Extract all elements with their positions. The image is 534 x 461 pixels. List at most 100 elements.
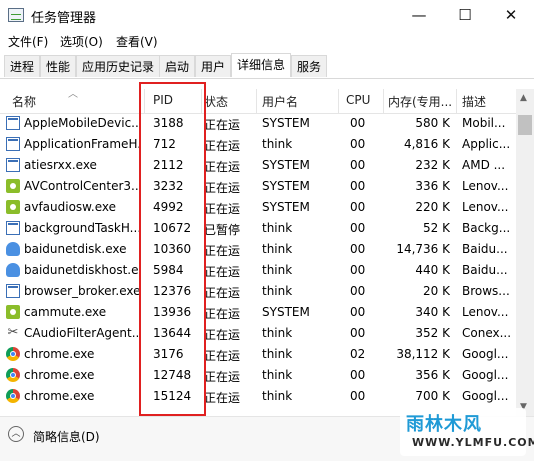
process-name: chrome.exe: [24, 368, 95, 382]
process-username: think: [262, 347, 293, 361]
process-username: think: [262, 137, 293, 151]
process-pid: 5984: [153, 263, 184, 277]
minimize-button[interactable]: —: [396, 0, 442, 30]
table-row[interactable]: backgroundTaskH... 10672 已暂停 think 00 52 K Bac…: [0, 218, 516, 239]
gear-icon: [6, 200, 20, 214]
menu-file[interactable]: 文件(F): [8, 33, 48, 50]
table-row[interactable]: cammute.exe 13936 正在运 SYSTEM 00 340 K Lenov...: [0, 302, 516, 323]
window-title: 任务管理器: [31, 11, 97, 26]
menu-view[interactable]: 查看(V): [116, 33, 158, 50]
process-status: 正在运: [204, 286, 241, 300]
process-name: backgroundTaskH...: [24, 221, 140, 235]
chevron-up-icon[interactable]: ︿: [8, 426, 24, 442]
process-name: chrome.exe: [24, 389, 95, 403]
table-row[interactable]: AVControlCenter3... 3232 正在运 SYSTEM 00 336 K L…: [0, 176, 516, 197]
menu-bar: 文件(F) 选项(O) 查看(V): [0, 30, 534, 52]
chrome-icon: [6, 347, 20, 361]
table-row[interactable]: AppleMobileDevic... 3188 正在运 SYSTEM 00 580 K M…: [0, 113, 516, 134]
column-description[interactable]: 描述: [462, 93, 486, 110]
column-divider[interactable]: [256, 89, 257, 113]
tab-startup[interactable]: 启动: [159, 55, 196, 77]
process-status: 正在运: [204, 181, 241, 195]
process-name: AppleMobileDevic...: [24, 116, 140, 130]
process-description: Baidu...: [462, 263, 508, 277]
cloud-icon: [6, 263, 20, 277]
table-row[interactable]: chrome.exe 12748 正在运 think 00 356 K Googl...: [0, 365, 516, 386]
column-divider[interactable]: [338, 89, 339, 113]
process-username: think: [262, 368, 293, 382]
process-name: chrome.exe: [24, 347, 95, 361]
task-manager-icon: [8, 8, 24, 22]
column-status[interactable]: 状态: [204, 93, 228, 110]
process-cpu: 00: [350, 137, 366, 151]
watermark-url: WWW.YLMFU.COM: [412, 436, 534, 449]
chrome-icon: [6, 389, 20, 403]
table-row[interactable]: avfaudiosw.exe 4992 正在运 SYSTEM 00 220 K Lenov.…: [0, 197, 516, 218]
process-pid: 2112: [153, 158, 184, 172]
process-name: browser_broker.exe: [24, 284, 140, 298]
table-row[interactable]: browser_broker.exe 12376 正在运 think 00 20 K Bro…: [0, 281, 516, 302]
process-pid: 712: [153, 137, 176, 151]
column-divider[interactable]: [456, 89, 457, 113]
process-status: 正在运: [204, 265, 241, 279]
table-row[interactable]: ✂ CAudioFilterAgent... 13644 正在运 think 00 352 …: [0, 323, 516, 344]
process-memory: 700 K: [415, 389, 450, 403]
process-cpu: 00: [350, 221, 366, 235]
process-description: Brows...: [462, 284, 510, 298]
tab-performance[interactable]: 性能: [40, 55, 77, 77]
column-name[interactable]: 名称: [12, 93, 36, 110]
process-username: think: [262, 263, 293, 277]
process-memory: 4,816 K: [403, 137, 450, 151]
tab-bar: 进程 性能 应用历史记录 启动 用户 详细信息 服务: [0, 53, 534, 79]
column-pid[interactable]: PID: [153, 93, 173, 107]
app-window-icon: [6, 158, 20, 172]
process-name: cammute.exe: [24, 305, 107, 319]
table-row[interactable]: ApplicationFrameH... 712 正在运 think 00 4,816 K…: [0, 134, 516, 155]
scroll-up-icon[interactable]: ▲: [520, 93, 527, 103]
tab-app-history[interactable]: 应用历史记录: [76, 55, 161, 77]
process-username: SYSTEM: [262, 305, 310, 319]
table-row[interactable]: chrome.exe 3176 正在运 think 02 38,112 K Googl...: [0, 344, 516, 365]
process-description: Googl...: [462, 389, 509, 403]
process-description: Lenov...: [462, 179, 509, 193]
vertical-scrollbar[interactable]: ▲ ▼: [516, 89, 534, 416]
process-name: avfaudiosw.exe: [24, 200, 116, 214]
process-pid: 3232: [153, 179, 184, 193]
process-memory: 356 K: [415, 368, 450, 382]
process-description: Baidu...: [462, 242, 508, 256]
process-status: 正在运: [204, 328, 241, 342]
column-divider[interactable]: [201, 89, 202, 113]
column-cpu[interactable]: CPU: [346, 93, 370, 107]
maximize-button[interactable]: ☐: [442, 0, 488, 30]
process-memory: 14,736 K: [396, 242, 450, 256]
process-cpu: 00: [350, 263, 366, 277]
table-row[interactable]: baidunetdisk.exe 10360 正在运 think 00 14,736 K B…: [0, 239, 516, 260]
tab-details[interactable]: 详细信息: [231, 53, 292, 77]
close-button[interactable]: ✕: [488, 0, 534, 30]
fewer-details-link[interactable]: 简略信息(D): [33, 428, 100, 445]
table-row[interactable]: chrome.exe 15124 正在运 think 00 700 K Googl...: [0, 386, 516, 407]
process-description: Lenov...: [462, 305, 509, 319]
scrollbar-thumb[interactable]: [518, 115, 532, 135]
process-username: SYSTEM: [262, 200, 310, 214]
tab-users[interactable]: 用户: [195, 55, 232, 77]
gear-icon: [6, 305, 20, 319]
process-status: 正在运: [204, 160, 241, 174]
process-description: Lenov...: [462, 200, 509, 214]
tools-icon: ✂: [7, 325, 19, 340]
process-description: Conex...: [462, 326, 512, 340]
column-username[interactable]: 用户名: [262, 93, 298, 110]
app-window-icon: [6, 284, 20, 298]
column-divider[interactable]: [383, 89, 384, 113]
table-row[interactable]: baidunetdiskhost.e... 5984 正在运 think 00 440 K…: [0, 260, 516, 281]
tab-services[interactable]: 服务: [291, 55, 328, 77]
tab-processes[interactable]: 进程: [4, 55, 41, 77]
column-divider[interactable]: [144, 89, 145, 113]
process-username: SYSTEM: [262, 179, 310, 193]
column-memory[interactable]: 内存(专用...: [388, 93, 456, 110]
process-memory: 20 K: [423, 284, 450, 298]
table-row[interactable]: atiesrxx.exe 2112 正在运 SYSTEM 00 232 K AMD ...: [0, 155, 516, 176]
process-status: 正在运: [204, 202, 241, 216]
process-pid: 3188: [153, 116, 184, 130]
menu-options[interactable]: 选项(O): [60, 33, 103, 50]
